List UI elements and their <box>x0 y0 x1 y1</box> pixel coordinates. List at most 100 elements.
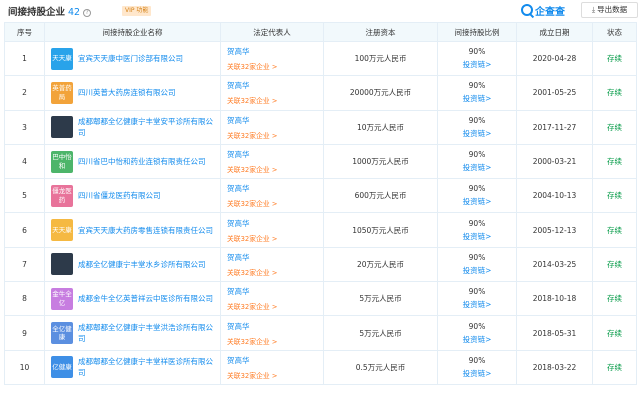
related-companies-link[interactable]: 关联32家企业 > <box>227 336 323 346</box>
related-companies-link[interactable]: 关联32家企业 > <box>227 198 323 208</box>
investment-chain-link[interactable]: 投资链> <box>438 299 516 310</box>
established-date: 2004-10-13 <box>516 178 593 214</box>
legal-rep-link[interactable]: 贺高华 <box>227 183 323 194</box>
help-icon[interactable]: ? <box>83 9 92 17</box>
established-date: 2020-04-28 <box>516 40 593 77</box>
section-title-text: 间接持股企业 <box>8 7 66 18</box>
company-logo-icon <box>51 116 73 139</box>
legal-rep-cell: 贺高华关联32家企业 > <box>220 40 324 77</box>
holding-ratio: 90% <box>468 115 486 125</box>
related-companies-link[interactable]: 关联32家企业 > <box>227 61 323 71</box>
row-index: 1 <box>4 40 45 77</box>
export-button[interactable]: ⤓ 导出数据 <box>581 2 638 18</box>
company-name-link[interactable]: 宜宾天天康中医门诊部有限公司 <box>78 53 183 64</box>
registered-capital: 1000万元人民币 <box>323 143 438 180</box>
company-name-link[interactable]: 成都郫都全亿健康宁丰堂洪浩诊所有限公司 <box>78 322 220 344</box>
investment-chain-link[interactable]: 投资链> <box>438 196 516 207</box>
company-name-link[interactable]: 成都全亿健康宁丰堂水乡诊所有限公司 <box>78 259 206 270</box>
company-cell: 僵龙医药 四川省僵龙医药有限公司 <box>44 178 221 214</box>
investment-chain-link[interactable]: 投资链> <box>438 368 516 379</box>
company-name-link[interactable]: 成都郫都全亿健康宁丰堂安平诊所有限公司 <box>78 116 220 138</box>
company-cell: 成都全亿健康宁丰堂水乡诊所有限公司 <box>44 246 221 283</box>
ratio-cell: 90% 投资链> <box>437 349 517 385</box>
status-badge: 存续 <box>592 212 637 248</box>
established-date: 2005-12-13 <box>516 212 593 248</box>
legal-rep-cell: 贺高华关联32家企业 > <box>220 246 324 283</box>
row-index: 8 <box>4 281 45 317</box>
company-logo-icon: 巴中怡和 <box>51 150 73 173</box>
vip-badge: VIP 功能 <box>122 6 152 16</box>
company-name-link[interactable]: 成都郫都全亿健康宁丰堂祥医诊所有限公司 <box>78 356 220 378</box>
related-companies-link[interactable]: 关联32家企业 > <box>227 267 323 277</box>
investment-chain-link[interactable]: 投资链> <box>438 231 516 242</box>
established-date: 2017-11-27 <box>516 109 593 145</box>
registered-capital: 100万元人民币 <box>323 40 438 77</box>
company-name-link[interactable]: 宜宾天天康大药房零售连锁有限责任公司 <box>78 225 213 236</box>
col-capital-header: 注册资本 <box>323 22 438 42</box>
row-index: 9 <box>4 315 45 351</box>
related-companies-link[interactable]: 关联32家企业 > <box>227 370 323 380</box>
company-name-link[interactable]: 四川省僵龙医药有限公司 <box>78 190 161 201</box>
company-logo-icon: 亿健康 <box>51 356 73 379</box>
legal-rep-link[interactable]: 贺高华 <box>227 149 323 160</box>
ratio-cell: 90% 投资链> <box>437 178 517 214</box>
legal-rep-cell: 贺高华关联32家企业 > <box>220 281 324 317</box>
related-companies-link[interactable]: 关联32家企业 > <box>227 233 323 243</box>
company-cell: 成都郫都全亿健康宁丰堂安平诊所有限公司 <box>44 109 221 145</box>
investment-chain-link[interactable]: 投资链> <box>438 162 516 173</box>
company-name-link[interactable]: 四川省巴中怡和药业连锁有限责任公司 <box>78 156 206 167</box>
legal-rep-link[interactable]: 贺高华 <box>227 252 323 263</box>
row-index: 4 <box>4 143 45 180</box>
established-date: 2014-03-25 <box>516 246 593 283</box>
legal-rep-link[interactable]: 贺高华 <box>227 46 323 57</box>
status-badge: 存续 <box>592 315 637 351</box>
established-date: 2000-03-21 <box>516 143 593 180</box>
legal-rep-link[interactable]: 贺高华 <box>227 80 323 91</box>
table-row: 4 巴中怡和 四川省巴中怡和药业连锁有限责任公司 贺高华 关联32家企业 >1000万元… <box>4 143 637 180</box>
status-badge: 存续 <box>592 246 637 283</box>
related-companies-link[interactable]: 关联32家企业 > <box>227 95 323 105</box>
row-index: 6 <box>4 212 45 248</box>
ratio-cell: 90% 投资链> <box>437 212 517 248</box>
ratio-cell: 90% 投资链> <box>437 40 517 77</box>
col-ratio-header: 间接持股比例 <box>437 22 517 42</box>
holding-ratio: 90% <box>468 47 486 57</box>
legal-rep-cell: 贺高华关联32家企业 > <box>220 315 324 351</box>
legal-rep-link[interactable]: 贺高华 <box>227 218 323 229</box>
legal-rep-link[interactable]: 贺高华 <box>227 286 323 297</box>
holding-ratio: 90% <box>468 81 486 91</box>
investment-chain-link[interactable]: 投资链> <box>438 128 516 139</box>
investment-chain-link[interactable]: 投资链> <box>438 59 516 70</box>
registered-capital: 10万元人民币 <box>323 109 438 145</box>
legal-rep-link[interactable]: 贺高华 <box>227 115 323 126</box>
col-company-header: 间接持股企业名称 <box>44 22 221 42</box>
ratio-cell: 90% 投资链> <box>437 143 517 180</box>
registered-capital: 5万元人民币 <box>323 281 438 317</box>
legal-rep-link[interactable]: 贺高华 <box>227 355 323 366</box>
holding-ratio: 90% <box>468 287 486 297</box>
company-logo-icon <box>51 253 73 276</box>
established-date: 2018-10-18 <box>516 281 593 317</box>
company-logo-icon: 金牛全亿 <box>51 287 73 310</box>
related-companies-link[interactable]: 关联32家企业 > <box>227 164 323 174</box>
ratio-cell: 90% 投资链> <box>437 75 517 111</box>
related-companies-link[interactable]: 关联32家企业 > <box>227 301 323 311</box>
investment-chain-link[interactable]: 投资链> <box>438 93 516 104</box>
company-name-link[interactable]: 四川英普大药房连锁有限公司 <box>78 87 176 98</box>
status-badge: 存续 <box>592 40 637 77</box>
legal-rep-cell: 贺高华关联32家企业 > <box>220 178 324 214</box>
registered-capital: 1050万元人民币 <box>323 212 438 248</box>
row-index: 10 <box>4 349 45 385</box>
company-name-link[interactable]: 成都金牛全亿英普祥云中医诊所有限公司 <box>78 293 213 304</box>
table-row: 2 英普药局 四川英普大药房连锁有限公司 贺高华 关联32家企业 >20000万元人民币… <box>4 75 637 111</box>
registered-capital: 0.5万元人民币 <box>323 349 438 385</box>
company-cell: 巴中怡和 四川省巴中怡和药业连锁有限责任公司 <box>44 143 221 180</box>
company-cell: 亿健康 成都郫都全亿健康宁丰堂祥医诊所有限公司 <box>44 349 221 385</box>
legal-rep-link[interactable]: 贺高华 <box>227 321 323 332</box>
investment-chain-link[interactable]: 投资链> <box>438 334 516 345</box>
related-companies-link[interactable]: 关联32家企业 > <box>227 130 323 140</box>
legal-rep-cell: 贺高华关联32家企业 > <box>220 75 324 111</box>
section-title: 间接持股企业 42? <box>8 4 92 18</box>
investment-chain-link[interactable]: 投资链> <box>438 265 516 276</box>
company-cell: 天天康 宜宾天天康中医门诊部有限公司 <box>44 40 221 77</box>
